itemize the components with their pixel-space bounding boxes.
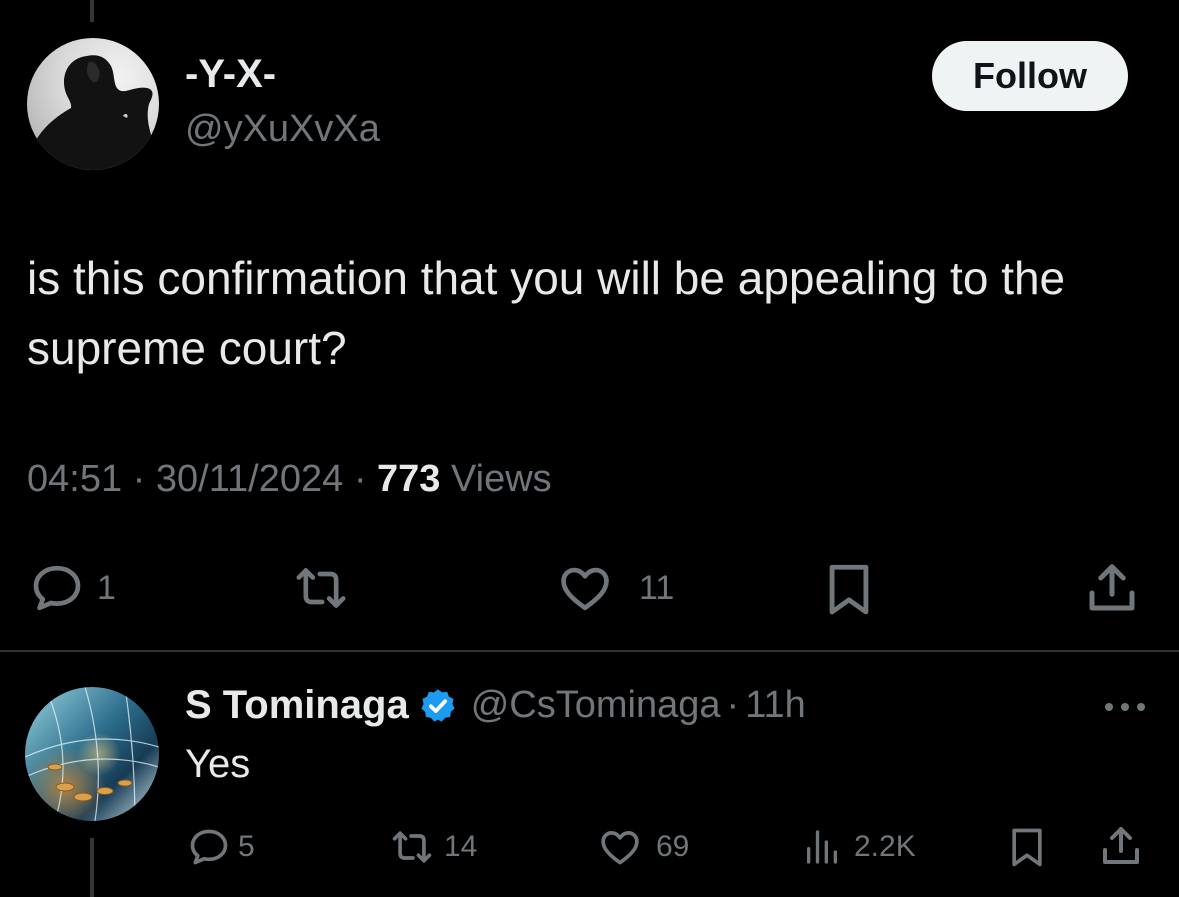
tweet-meta: 04:51 · 30/11/2024 · 773 Views (27, 458, 552, 501)
tweet-date[interactable]: 30/11/2024 (156, 458, 343, 500)
like-button[interactable]: 11 (555, 560, 674, 616)
bookmark-icon (1012, 828, 1042, 867)
reply-share-button[interactable] (1097, 822, 1145, 870)
reply-author-name[interactable]: S Tominaga (185, 683, 409, 728)
follow-button[interactable]: Follow (932, 41, 1128, 111)
bookmark-icon (829, 564, 869, 615)
reply-icon (190, 829, 228, 865)
avatar-figure-icon (27, 55, 159, 170)
share-button[interactable] (1082, 558, 1142, 618)
reply-views-button[interactable]: 2.2K (800, 827, 916, 867)
reply-like-button[interactable]: 69 (596, 825, 689, 869)
verified-icon[interactable] (419, 687, 457, 725)
more-icon[interactable] (1102, 697, 1148, 717)
reply-header: S Tominaga @CsTominaga · 11h (185, 683, 806, 728)
reply-text: Yes (185, 742, 251, 786)
reply-button[interactable]: 1 (27, 560, 116, 616)
meta-separator: · (132, 458, 146, 500)
reply-bookmark-button[interactable] (1005, 822, 1049, 872)
thread-line-bottom (90, 838, 94, 897)
views-label[interactable]: Views (451, 458, 552, 500)
retweet-button[interactable] (288, 560, 364, 616)
divider (0, 650, 1179, 652)
retweet-icon (392, 831, 432, 863)
views-icon (807, 830, 837, 864)
reply-reply-count: 5 (238, 830, 255, 863)
views-count[interactable]: 773 (377, 458, 440, 500)
thread-line-top (90, 0, 94, 22)
tweet-text: is this confirmation that you will be ap… (27, 252, 1066, 374)
tweet-time[interactable]: 04:51 (27, 458, 122, 500)
reply-author-handle[interactable]: @CsTominaga (471, 684, 721, 727)
like-icon (601, 831, 639, 865)
header-separator: · (726, 684, 740, 726)
bookmark-button[interactable] (820, 558, 878, 620)
meta-separator: · (353, 458, 367, 500)
retweet-icon (296, 568, 346, 608)
reply-icon (33, 565, 81, 611)
author-name[interactable]: -Y-X- (185, 52, 276, 97)
reply-count: 1 (97, 568, 116, 607)
reply-retweet-button[interactable]: 14 (386, 825, 477, 869)
share-icon (1103, 827, 1139, 864)
reply-views-count: 2.2K (854, 830, 916, 863)
author-avatar[interactable] (27, 38, 159, 170)
reply-time[interactable]: 11h (745, 684, 806, 727)
tweet-thread: -Y-X- @yXuXvXa Follow is this confirmati… (0, 0, 1179, 897)
reply-author-avatar[interactable] (25, 687, 159, 821)
share-icon (1089, 564, 1135, 611)
author-handle[interactable]: @yXuXvXa (185, 108, 380, 151)
like-icon (561, 567, 609, 611)
reply-retweet-count: 14 (444, 830, 478, 863)
avatar-globe-coins-icon (25, 687, 159, 821)
like-count: 11 (639, 568, 675, 607)
reply-reply-button[interactable]: 5 (186, 825, 255, 869)
reply-like-count: 69 (656, 830, 690, 863)
